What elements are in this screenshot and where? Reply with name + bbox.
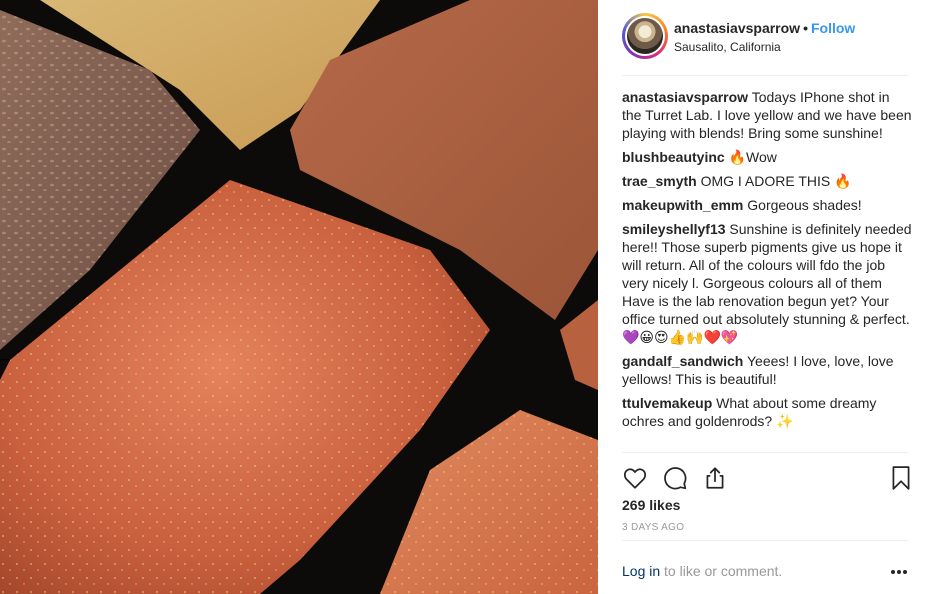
comments-list: anastasiavsparrow Todays IPhone shot in … [622, 88, 912, 436]
login-prompt: Log in to like or comment. [622, 563, 782, 579]
follow-button[interactable]: Follow [811, 20, 855, 36]
bookmark-icon[interactable] [888, 465, 914, 491]
comment-username[interactable]: trae_smyth [622, 173, 697, 189]
comment-username[interactable]: makeupwith_emm [622, 197, 743, 213]
comment-text: Gorgeous shades! [747, 197, 862, 213]
comment-username[interactable]: smileyshellyf13 [622, 221, 726, 237]
more-options-icon[interactable] [890, 569, 908, 575]
login-prompt-text: to like or comment. [660, 563, 783, 579]
comment-item: smileyshellyf13 Sunshine is definitely n… [622, 220, 912, 346]
comment-username[interactable]: ttulvemakeup [622, 395, 712, 411]
caption: anastasiavsparrow Todays IPhone shot in … [622, 88, 912, 142]
avatar-image [625, 16, 665, 56]
post-photo[interactable] [0, 0, 598, 594]
comment-text: Sunshine is definitely needed here!! Tho… [622, 221, 912, 345]
header-username[interactable]: anastasiavsparrow [674, 20, 800, 36]
share-icon[interactable] [702, 465, 728, 491]
comment-item: gandalf_sandwich Yeees! I love, love, lo… [622, 352, 912, 388]
separator-dot: • [803, 20, 808, 36]
post-timestamp[interactable]: 3 DAYS AGO [622, 522, 684, 533]
comment-text: 🔥Wow [728, 149, 777, 165]
heart-icon[interactable] [622, 465, 648, 491]
avatar[interactable] [622, 13, 668, 59]
comment-text: OMG I ADORE THIS 🔥 [700, 173, 852, 189]
comment-item: trae_smyth OMG I ADORE THIS 🔥 [622, 172, 912, 190]
header-username-row: anastasiavsparrow • Follow [674, 20, 855, 36]
comment-username[interactable]: gandalf_sandwich [622, 353, 743, 369]
comment-username[interactable]: blushbeautyinc [622, 149, 725, 165]
login-link[interactable]: Log in [622, 563, 660, 579]
comment-item: ttulvemakeup What about some dreamy ochr… [622, 394, 912, 430]
location-link[interactable]: Sausalito, California [674, 40, 781, 54]
action-bar [622, 452, 910, 498]
login-footer: Log in to like or comment. [622, 540, 908, 594]
post-header: anastasiavsparrow • Follow Sausalito, Cali… [622, 12, 908, 76]
comment-item: blushbeautyinc 🔥Wow [622, 148, 912, 166]
eyeshadow-palette-image [0, 0, 598, 594]
comment-icon[interactable] [662, 465, 688, 491]
comment-username[interactable]: anastasiavsparrow [622, 89, 748, 105]
comment-item: makeupwith_emm Gorgeous shades! [622, 196, 912, 214]
post-sidebar: anastasiavsparrow • Follow Sausalito, Cali… [598, 0, 932, 594]
likes-count[interactable]: 269 likes [622, 497, 680, 513]
